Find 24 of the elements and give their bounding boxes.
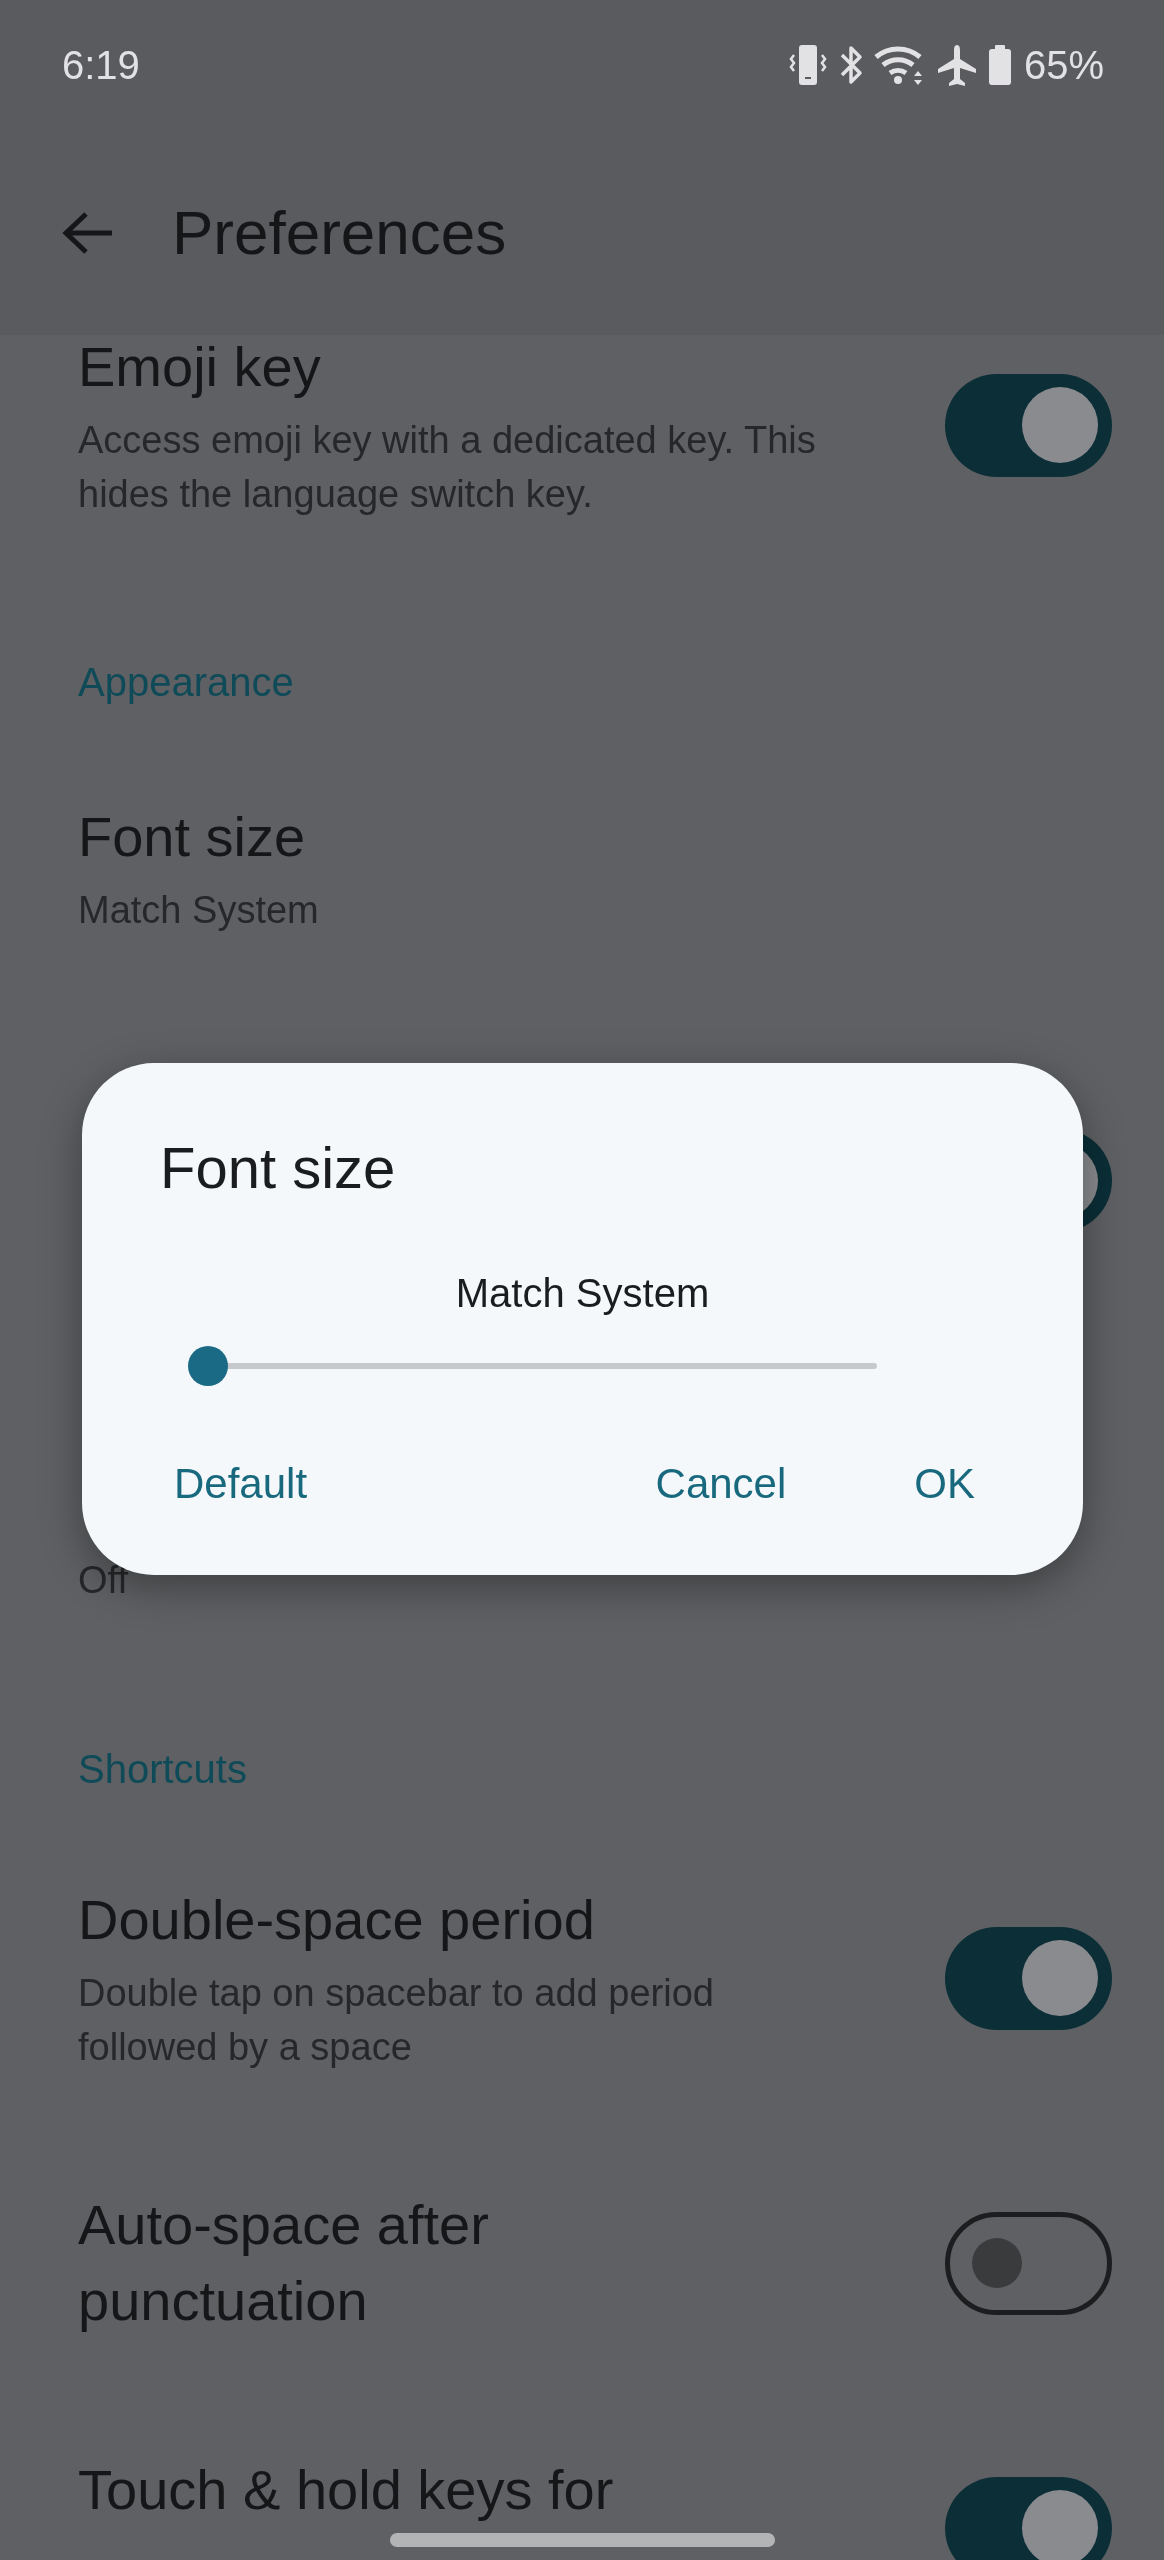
slider-thumb[interactable] bbox=[188, 1346, 228, 1386]
setting-description: Access emoji key with a dedicated key. This hides the language switch key. bbox=[78, 418, 817, 517]
page-title: Preferences bbox=[172, 197, 507, 268]
dialog-button[interactable]: Cancel bbox=[639, 1450, 803, 1518]
airplane-icon bbox=[935, 43, 978, 87]
toggle-switch[interactable] bbox=[945, 2211, 1112, 2315]
dialog-button[interactable]: OK bbox=[898, 1450, 991, 1518]
dialog-title: Font size bbox=[160, 1134, 397, 1202]
section-header: Shortcuts bbox=[77, 1746, 248, 1793]
vibrate-icon bbox=[787, 43, 828, 87]
dialog-button[interactable]: Default bbox=[158, 1450, 324, 1518]
battery-icon bbox=[987, 43, 1012, 87]
slider-value: Match System bbox=[454, 1271, 711, 1316]
setting-title: Font size bbox=[78, 804, 307, 870]
battery-level: 65% bbox=[1023, 42, 1104, 88]
section-header: Appearance bbox=[77, 659, 295, 706]
setting-title: Auto-space after punctuation bbox=[78, 2192, 490, 2334]
setting-title: Touch & hold keys for bbox=[78, 2457, 615, 2523]
setting-description: Double tap on spacebar to add period followed by a space bbox=[78, 1971, 715, 2070]
status-time: 6:19 bbox=[62, 42, 141, 88]
setting-title: Double-space period bbox=[78, 1887, 596, 1953]
setting-description: Off bbox=[78, 1558, 129, 1603]
setting-description: Match System bbox=[78, 888, 320, 933]
setting-title: Emoji key bbox=[78, 334, 322, 400]
